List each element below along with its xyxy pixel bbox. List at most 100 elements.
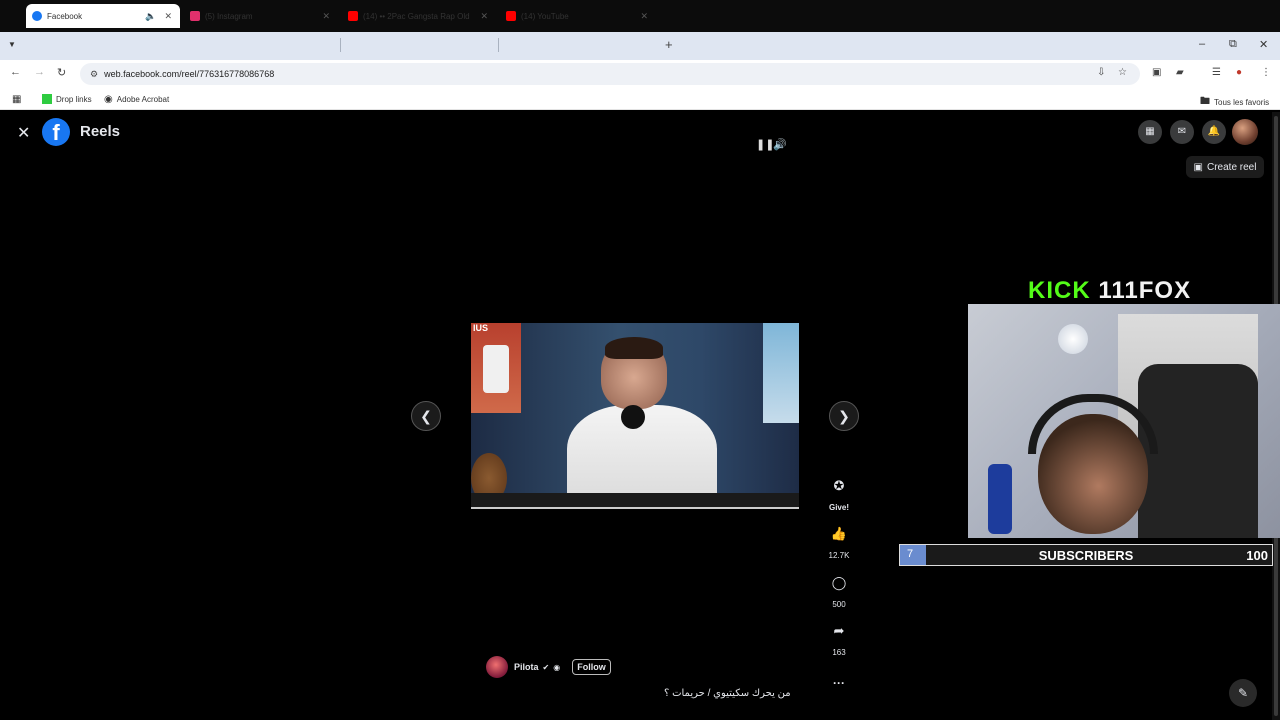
subscriber-goal-bar: 7 SUBSCRIBERS 100 (899, 544, 1273, 566)
globe-icon: ◉ (553, 662, 561, 672)
screenshot-icon[interactable]: ▣ (1152, 67, 1161, 78)
poster-text: IUS (473, 323, 489, 333)
tab-facebook[interactable]: Facebook 🔈 ✕ (26, 4, 180, 28)
bookmark-label: Drop links (56, 94, 92, 104)
globe-icon: ◉ (104, 94, 113, 105)
share-count: 163 (832, 648, 846, 657)
video-progress-bar[interactable] (471, 507, 799, 509)
verified-badge-icon: ✔ (542, 662, 550, 672)
give-label: Give! (828, 503, 849, 512)
poster-left: IUS (471, 323, 521, 413)
page-title: Reels (80, 123, 121, 140)
star-sparkle-icon[interactable]: ✪ (826, 473, 852, 499)
next-reel-button[interactable]: ❯ (829, 401, 859, 431)
create-reel-button[interactable]: ▣ Create reel (1186, 156, 1264, 178)
create-reel-label: Create reel (1206, 161, 1257, 173)
channel-name: 111FOX (1098, 277, 1192, 304)
follow-button[interactable]: Follow (572, 659, 611, 675)
person-hair (605, 337, 663, 359)
url-text: web.facebook.com/reel/776316778086768 (104, 69, 275, 79)
bookmark-label: Adobe Acrobat (116, 95, 170, 104)
bookmarks-bar: ▦ Drop links ◉ Adobe Acrobat 🖿 Tous les … (0, 88, 1280, 110)
compose-edit-icon[interactable]: ✎ (1229, 679, 1257, 707)
folder-icon: 🖿 (1200, 96, 1210, 107)
poster-right (763, 323, 799, 423)
messenger-icon[interactable]: ✉ (1170, 120, 1194, 144)
reload-icon[interactable]: ↻ (57, 66, 66, 79)
background-lamp (1058, 324, 1088, 354)
close-tab-icon[interactable]: ✕ (164, 11, 172, 22)
volume-icon[interactable]: 🔊 (773, 138, 787, 151)
author-name[interactable]: Pilota (514, 662, 539, 672)
bookmark-adobe-acrobat[interactable]: ◉ Adobe Acrobat (104, 94, 169, 105)
reel-author: Pilota ✔ ◉ Follow (486, 656, 611, 678)
jersey-image (483, 345, 509, 393)
site-info-icon[interactable]: ⚙ (90, 69, 98, 80)
youtube-favicon-icon (348, 11, 358, 21)
close-tab-icon[interactable]: ✕ (322, 11, 330, 22)
tab-strip (0, 32, 1280, 60)
author-avatar[interactable] (486, 656, 508, 678)
streamer-microphone (988, 464, 1012, 534)
drop-links-icon (42, 94, 52, 104)
speaker-icon[interactable]: 🔈 (145, 11, 156, 22)
tab-youtube-2pac[interactable]: (14) •• 2Pac Gangsta Rap Old ✕ (342, 4, 496, 28)
tab-label: (14) •• 2Pac Gangsta Rap Old (363, 11, 470, 21)
media-queue-icon[interactable]: ☰ (1212, 67, 1221, 78)
account-avatar[interactable] (1232, 119, 1258, 145)
pause-icon[interactable]: ❚❚ (756, 138, 774, 151)
facebook-logo-icon[interactable]: f (42, 118, 70, 146)
bookmark-star-icon[interactable]: ☆ (1118, 67, 1127, 78)
address-bar[interactable]: ⚙ web.facebook.com/reel/776316778086768 (80, 63, 1140, 85)
facebook-favicon-icon (32, 11, 42, 21)
tab-label: (14) YouTube (521, 11, 569, 21)
youtube-favicon-icon (506, 11, 516, 21)
all-bookmarks-label: Tous les favoris (1214, 98, 1270, 107)
reel-video[interactable]: IUS (471, 323, 799, 509)
close-tab-icon[interactable]: ✕ (480, 11, 488, 22)
previous-reel-button[interactable]: ❮ (411, 401, 441, 431)
tab-youtube[interactable]: (14) YouTube ✕ (500, 4, 656, 28)
chrome-menu-icon[interactable]: ⋮ (1261, 67, 1271, 78)
bookmark-drop-links[interactable]: Drop links (42, 94, 92, 104)
minimize-icon[interactable]: – (1199, 38, 1205, 50)
tab-label: Facebook (47, 11, 83, 21)
instagram-favicon-icon (190, 11, 200, 21)
comment-action[interactable]: ◯ 500 (824, 570, 854, 609)
share-action[interactable]: ➦ 163 (824, 618, 854, 657)
subscriber-goal: 100 (1246, 548, 1268, 563)
more-options-icon[interactable]: ··· (833, 676, 845, 690)
restore-icon[interactable]: ⧉ (1229, 38, 1237, 51)
camera-plus-icon: ▣ (1193, 161, 1203, 173)
microphone-image (621, 405, 645, 429)
tab-label: (5) Instagram (205, 11, 253, 21)
tab-search-icon[interactable]: ▼ (8, 40, 16, 49)
notifications-bell-icon[interactable]: 🔔 (1202, 120, 1226, 144)
give-action[interactable]: ✪ Give! (824, 473, 854, 512)
install-app-icon[interactable]: ⇩ (1097, 67, 1105, 78)
thumbs-up-icon[interactable]: 👍 (826, 521, 852, 547)
kick-label: KICK (1028, 277, 1091, 304)
like-action[interactable]: 👍 12.7K (824, 521, 854, 560)
extensions-puzzle-icon[interactable]: ▰ (1176, 67, 1184, 78)
tab-instagram[interactable]: (5) Instagram ✕ (184, 4, 338, 28)
subscriber-label: SUBSCRIBERS (1038, 548, 1134, 563)
close-tab-icon[interactable]: ✕ (640, 11, 648, 22)
forward-arrow-icon[interactable]: → (34, 66, 45, 78)
comment-bubble-icon[interactable]: ◯ (826, 570, 852, 596)
all-bookmarks[interactable]: 🖿 Tous les favoris (1200, 94, 1269, 111)
close-window-icon[interactable]: ✕ (1259, 38, 1268, 51)
reel-caption: من يحرك سكيتيوي / حريمات ؟ (664, 688, 791, 699)
menu-grid-icon[interactable]: ▦ (1138, 120, 1162, 144)
tab-separator (340, 38, 341, 52)
profile-avatar-icon[interactable]: ● (1236, 67, 1242, 78)
tab-separator (498, 38, 499, 52)
close-reels-icon[interactable]: ✕ (17, 123, 30, 143)
back-arrow-icon[interactable]: ← (10, 66, 21, 78)
apps-grid-icon[interactable]: ▦ (12, 94, 21, 105)
like-count: 12.7K (828, 551, 850, 560)
kick-overlay-title: KICK 111FOX (1028, 277, 1191, 305)
new-tab-plus-icon[interactable]: + (665, 37, 673, 52)
share-arrow-icon[interactable]: ➦ (826, 618, 852, 644)
webcam-overlay (968, 304, 1280, 538)
